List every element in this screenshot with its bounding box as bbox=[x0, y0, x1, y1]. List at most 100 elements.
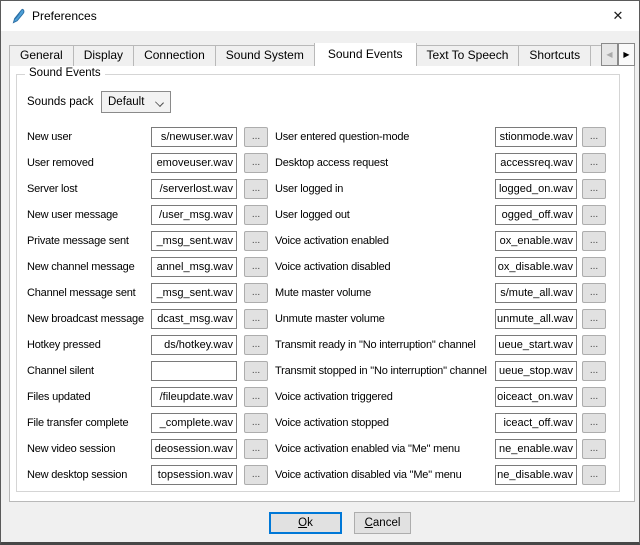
sound-file-input[interactable] bbox=[151, 465, 237, 485]
browse-button[interactable]: ... bbox=[582, 335, 606, 355]
sound-file-input[interactable] bbox=[151, 387, 237, 407]
browse-button[interactable]: ... bbox=[244, 361, 268, 381]
sound-event-row: Server lost...User logged in... bbox=[27, 179, 615, 199]
sound-file-input[interactable] bbox=[495, 465, 577, 485]
sound-file-input[interactable] bbox=[151, 361, 237, 381]
tab-shortcuts[interactable]: Shortcuts bbox=[518, 45, 591, 66]
browse-button[interactable]: ... bbox=[244, 309, 268, 329]
event-label: Unmute master volume bbox=[275, 313, 495, 325]
arrow-right-icon: ▶ bbox=[623, 50, 629, 59]
sound-file-input[interactable] bbox=[495, 413, 577, 433]
browse-button[interactable]: ... bbox=[244, 387, 268, 407]
browse-button[interactable]: ... bbox=[582, 465, 606, 485]
sound-file-input[interactable] bbox=[495, 309, 577, 329]
event-label: User entered question-mode bbox=[275, 131, 495, 143]
sound-event-row: Hotkey pressed...Transmit ready in "No i… bbox=[27, 335, 615, 355]
event-label: Transmit stopped in "No interruption" ch… bbox=[275, 365, 495, 377]
sound-event-row: New user... User entered question-mode... bbox=[27, 127, 615, 147]
cancel-button[interactable]: Cancel bbox=[354, 512, 411, 534]
browse-button[interactable]: ... bbox=[244, 439, 268, 459]
browse-button[interactable]: ... bbox=[582, 439, 606, 459]
event-label: New channel message bbox=[27, 261, 151, 273]
ok-button[interactable]: Ok bbox=[269, 512, 342, 534]
event-label: Channel silent bbox=[27, 365, 151, 377]
sound-file-input[interactable] bbox=[151, 179, 237, 199]
browse-button[interactable]: ... bbox=[582, 413, 606, 433]
sound-event-row: File transfer complete... Voice activatio… bbox=[27, 413, 615, 433]
browse-button[interactable]: ... bbox=[244, 465, 268, 485]
browse-button[interactable]: ... bbox=[244, 153, 268, 173]
sound-file-input[interactable] bbox=[151, 205, 237, 225]
chevron-down-icon bbox=[156, 99, 163, 106]
sound-file-input[interactable] bbox=[151, 413, 237, 433]
browse-button[interactable]: ... bbox=[244, 257, 268, 277]
sound-file-input[interactable] bbox=[495, 153, 577, 173]
sound-file-input[interactable] bbox=[495, 361, 577, 381]
sound-events-tab-page: Sound Events Sounds pack Default New use… bbox=[9, 65, 635, 502]
sounds-pack-row: Sounds pack Default bbox=[27, 91, 171, 113]
sound-event-row: New broadcast message... Unmute master vo… bbox=[27, 309, 615, 329]
browse-button[interactable]: ... bbox=[582, 283, 606, 303]
sound-file-input[interactable] bbox=[151, 153, 237, 173]
browse-button[interactable]: ... bbox=[582, 257, 606, 277]
event-label: New user bbox=[27, 131, 151, 143]
preferences-dialog: Preferences ✕ GeneralDisplayConnectionSo… bbox=[0, 0, 640, 545]
tab-sound-system[interactable]: Sound System bbox=[215, 45, 315, 66]
browse-button[interactable]: ... bbox=[582, 153, 606, 173]
sound-events-groupbox: Sound Events Sounds pack Default New use… bbox=[16, 74, 620, 492]
tab-text-to-speech[interactable]: Text To Speech bbox=[416, 45, 520, 66]
close-button[interactable]: ✕ bbox=[597, 1, 639, 31]
sound-file-input[interactable] bbox=[151, 335, 237, 355]
event-label: User logged out bbox=[275, 209, 495, 221]
event-label: Mute master volume bbox=[275, 287, 495, 299]
sound-file-input[interactable] bbox=[151, 231, 237, 251]
event-label: Voice activation stopped bbox=[275, 417, 495, 429]
tab-connection[interactable]: Connection bbox=[133, 45, 216, 66]
sound-event-rows: New user... User entered question-mode...… bbox=[27, 127, 615, 491]
event-label: Voice activation enabled bbox=[275, 235, 495, 247]
browse-button[interactable]: ... bbox=[582, 179, 606, 199]
browse-button[interactable]: ... bbox=[244, 205, 268, 225]
sounds-pack-select[interactable]: Default bbox=[101, 91, 171, 113]
cancel-button-label: Cancel bbox=[355, 517, 410, 529]
browse-button[interactable]: ... bbox=[244, 231, 268, 251]
browse-button[interactable]: ... bbox=[244, 283, 268, 303]
sound-file-input[interactable] bbox=[151, 283, 237, 303]
sound-file-input[interactable] bbox=[495, 439, 577, 459]
sound-file-input[interactable] bbox=[151, 439, 237, 459]
sound-file-input[interactable] bbox=[151, 127, 237, 147]
window-title: Preferences bbox=[32, 9, 97, 23]
sound-file-input[interactable] bbox=[495, 283, 577, 303]
event-label: New broadcast message bbox=[27, 313, 151, 325]
tab-sound-events[interactable]: Sound Events bbox=[314, 43, 417, 66]
sound-file-input[interactable] bbox=[495, 387, 577, 407]
browse-button[interactable]: ... bbox=[582, 205, 606, 225]
sound-event-row: Files updated...Voice activation trigger… bbox=[27, 387, 615, 407]
sound-file-input[interactable] bbox=[151, 309, 237, 329]
sound-event-row: New channel message...Voice activation d… bbox=[27, 257, 615, 277]
browse-button[interactable]: ... bbox=[244, 413, 268, 433]
event-label: File transfer complete bbox=[27, 417, 151, 429]
tab-scroll-left-button[interactable]: ◀ bbox=[601, 43, 618, 66]
tab-general[interactable]: General bbox=[9, 45, 74, 66]
sound-event-row: Channel silent... Transmit stopped in "No… bbox=[27, 361, 615, 381]
tab-scroll-right-button[interactable]: ▶ bbox=[618, 43, 635, 66]
event-label: User removed bbox=[27, 157, 151, 169]
sound-file-input[interactable] bbox=[495, 231, 577, 251]
browse-button[interactable]: ... bbox=[582, 231, 606, 251]
browse-button[interactable]: ... bbox=[582, 361, 606, 381]
browse-button[interactable]: ... bbox=[582, 309, 606, 329]
browse-button[interactable]: ... bbox=[582, 387, 606, 407]
sound-file-input[interactable] bbox=[495, 257, 577, 277]
browse-button[interactable]: ... bbox=[244, 179, 268, 199]
sound-file-input[interactable] bbox=[495, 127, 577, 147]
sound-file-input[interactable] bbox=[495, 205, 577, 225]
tab-display[interactable]: Display bbox=[73, 45, 134, 66]
sound-event-row: User removed...Desktop access request... bbox=[27, 153, 615, 173]
browse-button[interactable]: ... bbox=[244, 335, 268, 355]
sound-file-input[interactable] bbox=[495, 335, 577, 355]
sound-file-input[interactable] bbox=[151, 257, 237, 277]
browse-button[interactable]: ... bbox=[244, 127, 268, 147]
browse-button[interactable]: ... bbox=[582, 127, 606, 147]
sound-file-input[interactable] bbox=[495, 179, 577, 199]
